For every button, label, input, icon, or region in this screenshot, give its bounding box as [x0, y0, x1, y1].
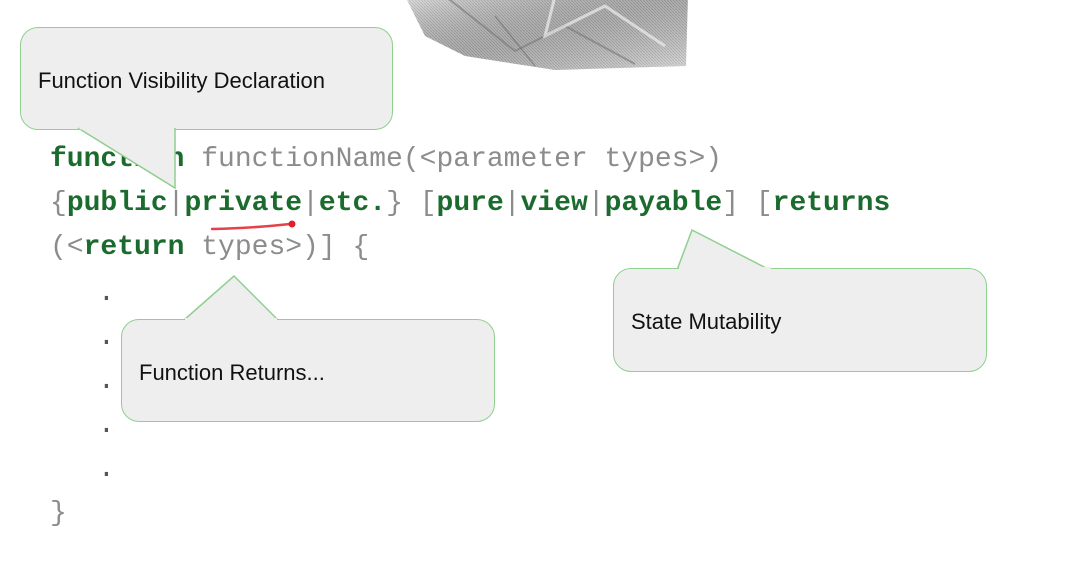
keyword-payable: payable	[604, 188, 723, 219]
keyword-returns: returns	[772, 188, 891, 219]
keyword-pure: pure	[436, 188, 504, 219]
callout-mutability: State Mutability	[613, 268, 987, 372]
ellipsis-dot: .	[98, 366, 115, 397]
separator: |	[503, 188, 521, 219]
bracket-close: ] [	[722, 188, 773, 219]
laser-stroke-icon	[210, 220, 296, 231]
ellipsis-dot: .	[98, 410, 115, 441]
callout-returns-pointer	[183, 274, 279, 321]
paren-open: (<	[50, 232, 84, 263]
callout-visibility: Function Visibility Declaration	[20, 27, 393, 130]
callout-mutability-pointer-mask	[679, 267, 771, 273]
callout-returns-pointer-mask	[185, 318, 277, 324]
function-signature: functionName(<parameter types>)	[184, 144, 723, 175]
keyword-return: return	[83, 232, 185, 263]
callout-returns-text: Function Returns...	[139, 360, 325, 385]
closing-brace: }	[50, 498, 67, 529]
callout-visibility-pointer	[77, 126, 176, 190]
ellipsis-dot: .	[98, 278, 115, 309]
callout-visibility-text: Function Visibility Declaration	[38, 68, 325, 93]
separator: |	[167, 188, 185, 219]
separator: |	[587, 188, 605, 219]
ellipsis-dot: .	[98, 322, 115, 353]
separator: |	[302, 188, 319, 219]
ellipsis-dot: .	[98, 454, 115, 485]
return-types: types>)] {	[184, 232, 370, 263]
callout-mutability-text: State Mutability	[631, 309, 782, 334]
brace-close: } [	[386, 188, 437, 219]
keyword-private: private	[184, 188, 303, 219]
keyword-public: public	[66, 188, 168, 219]
crumpled-paper-image	[405, 0, 688, 70]
brace-open: {	[50, 188, 67, 219]
keyword-view: view	[520, 188, 588, 219]
callout-returns: Function Returns...	[121, 319, 495, 422]
keyword-etc: etc.	[318, 188, 387, 219]
